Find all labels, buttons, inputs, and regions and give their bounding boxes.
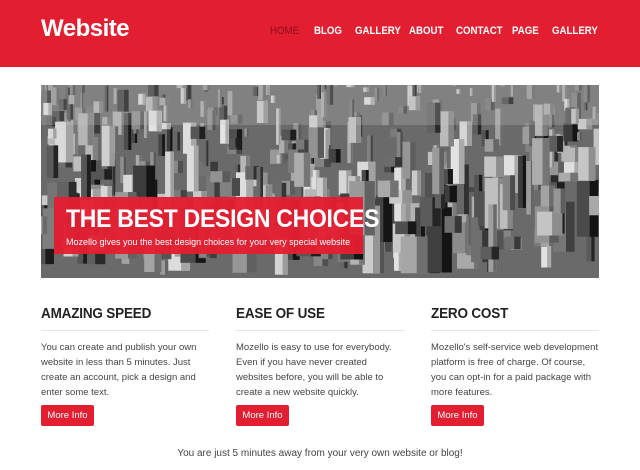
nav-item-page[interactable]: PAGE <box>512 25 539 37</box>
feature-text: You can create and publish your own webs… <box>41 342 197 398</box>
feature-amazing-speed: AMAZING SPEED You can create and publish… <box>41 305 211 426</box>
feature-divider <box>41 330 209 331</box>
feature-title: EASE OF USE <box>236 305 325 322</box>
feature-ease-of-use: EASE OF USE Mozello is easy to use for e… <box>236 305 406 426</box>
nav-item-contact[interactable]: CONTACT <box>456 25 503 37</box>
nav-item-gallery[interactable]: GALLERY <box>355 25 401 37</box>
nav-item-gallery-2[interactable]: GALLERY <box>552 25 598 37</box>
more-info-button[interactable]: More Info <box>431 405 484 426</box>
nav-item-about[interactable]: ABOUT <box>409 25 443 37</box>
feature-text: Mozello is easy to use for everybody. Ev… <box>236 342 392 398</box>
feature-text: Mozello's self-service web development p… <box>431 342 599 398</box>
feature-title: ZERO COST <box>431 305 509 322</box>
site-header: Website HOME BLOG GALLERY ABOUT CONTACT … <box>0 0 640 67</box>
feature-divider <box>236 330 404 331</box>
more-info-button[interactable]: More Info <box>236 405 289 426</box>
hero-subtitle: Mozello gives you the best design choice… <box>66 237 351 247</box>
hero-caption-box: THE BEST DESIGN CHOICES Mozello gives yo… <box>54 197 379 254</box>
feature-zero-cost: ZERO COST Mozello's self-service web dev… <box>431 305 601 426</box>
nav-item-home[interactable]: HOME <box>270 25 299 37</box>
hero-banner: THE BEST DESIGN CHOICES Mozello gives yo… <box>41 85 599 278</box>
feature-title: AMAZING SPEED <box>41 305 152 322</box>
hero-title: THE BEST DESIGN CHOICES <box>66 205 380 233</box>
footer-tagline: You are just 5 minutes away from your ve… <box>177 448 463 459</box>
more-info-button[interactable]: More Info <box>41 405 94 426</box>
site-logo[interactable]: Website <box>41 15 130 43</box>
feature-divider <box>431 330 599 331</box>
nav-item-blog[interactable]: BLOG <box>314 25 342 37</box>
